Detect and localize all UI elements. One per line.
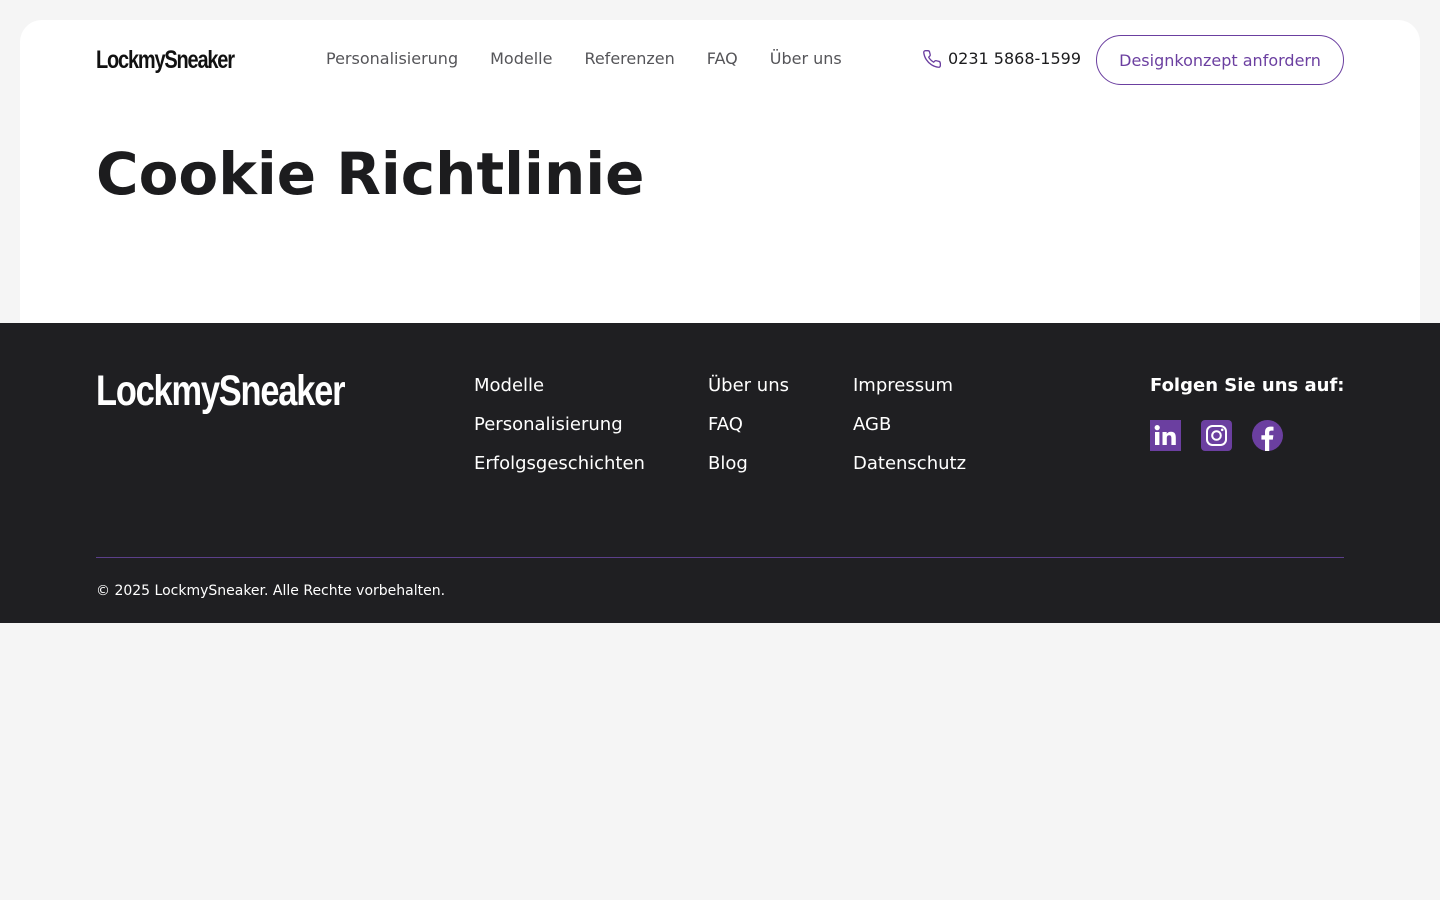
header-logo[interactable]: LockmySneaker (96, 46, 235, 75)
linkedin-icon[interactable] (1150, 420, 1181, 451)
footer-column-3: Impressum AGB Datenschutz (853, 375, 966, 475)
footer-link-modelle[interactable]: Modelle (474, 375, 645, 397)
page-title: Cookie Richtlinie (96, 140, 645, 208)
footer-link-agb[interactable]: AGB (853, 414, 966, 436)
footer-link-erfolgsgeschichten[interactable]: Erfolgsgeschichten (474, 453, 645, 475)
phone-number: 0231 5868-1599 (948, 49, 1082, 68)
footer-link-impressum[interactable]: Impressum (853, 375, 966, 397)
facebook-icon[interactable] (1252, 420, 1283, 451)
social-links (1150, 420, 1283, 451)
footer-link-blog[interactable]: Blog (708, 453, 789, 475)
footer-divider (96, 557, 1344, 558)
nav-item-faq[interactable]: FAQ (707, 48, 738, 70)
main-nav: Personalisierung Modelle Referenzen FAQ … (326, 48, 842, 70)
follow-label: Folgen Sie uns auf: (1150, 375, 1345, 396)
nav-item-ueber-uns[interactable]: Über uns (770, 48, 842, 70)
footer-column-1: Modelle Personalisierung Erfolgsgeschich… (474, 375, 645, 475)
nav-item-personalisierung[interactable]: Personalisierung (326, 48, 458, 70)
designkonzept-button[interactable]: Designkonzept anfordern (1096, 35, 1344, 85)
footer-link-faq[interactable]: FAQ (708, 414, 789, 436)
copyright-text: © 2025 LockmySneaker. Alle Rechte vorbeh… (96, 583, 446, 599)
instagram-icon[interactable] (1201, 420, 1232, 451)
phone-icon (922, 49, 942, 69)
footer-link-datenschutz[interactable]: Datenschutz (853, 453, 966, 475)
footer: LockmySneaker Modelle Personalisierung E… (0, 323, 1440, 623)
footer-link-personalisierung[interactable]: Personalisierung (474, 414, 645, 436)
footer-logo[interactable]: LockmySneaker (96, 367, 345, 416)
phone-link[interactable]: 0231 5868-1599 (922, 48, 1081, 70)
nav-item-modelle[interactable]: Modelle (490, 48, 552, 70)
footer-link-ueber-uns[interactable]: Über uns (708, 375, 789, 397)
nav-item-referenzen[interactable]: Referenzen (584, 48, 674, 70)
header-card: LockmySneaker Personalisierung Modelle R… (20, 20, 1420, 323)
footer-column-2: Über uns FAQ Blog (708, 375, 789, 475)
